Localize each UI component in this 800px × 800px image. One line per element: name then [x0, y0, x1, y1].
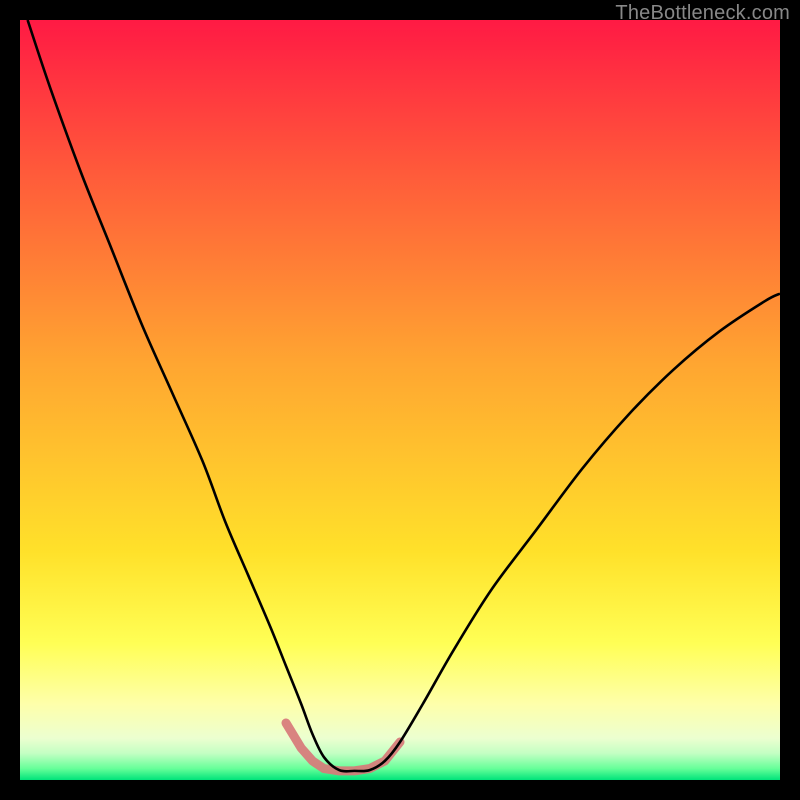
chart-plot-area	[20, 20, 780, 780]
watermark-text: TheBottleneck.com	[615, 2, 790, 25]
chart-svg	[20, 20, 780, 780]
chart-background	[20, 20, 780, 780]
chart-frame: TheBottleneck.com	[0, 0, 800, 800]
